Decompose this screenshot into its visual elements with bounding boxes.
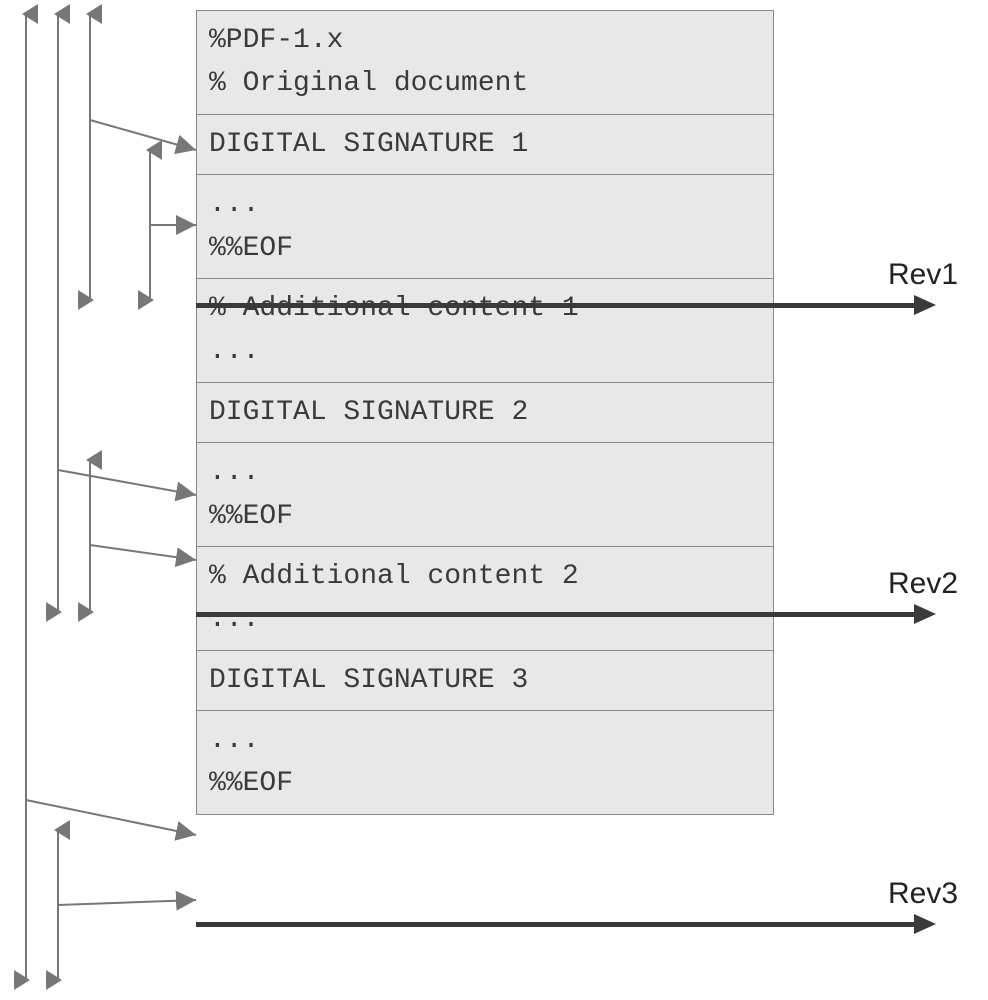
block-signature-2: DIGITAL SIGNATURE 2 [197,383,773,443]
block-eof-2: ... %%EOF [197,443,773,547]
pdf-structure-box: %PDF-1.x % Original document DIGITAL SIG… [196,10,774,815]
block-signature-3: DIGITAL SIGNATURE 3 [197,651,773,711]
block-pdf-header: %PDF-1.x % Original document [197,11,773,115]
rev1-arrowhead-icon [914,295,936,315]
block-additional-2: % Additional content 2 ... [197,547,773,651]
rev3-label: Rev3 [888,877,958,911]
rev3-line [196,922,918,927]
block-eof-1: ... %%EOF [197,175,773,279]
rev1-line [196,303,918,308]
rev2-label: Rev2 [888,567,958,601]
block-eof-3: ... %%EOF [197,711,773,814]
rev2-arrowhead-icon [914,604,936,624]
rev1-label: Rev1 [888,258,958,292]
diagram-canvas: %PDF-1.x % Original document DIGITAL SIG… [0,0,988,1000]
rev3-arrowhead-icon [914,914,936,934]
block-signature-1: DIGITAL SIGNATURE 1 [197,115,773,175]
block-additional-1: % Additional content 1 ... [197,279,773,383]
rev2-line [196,612,918,617]
